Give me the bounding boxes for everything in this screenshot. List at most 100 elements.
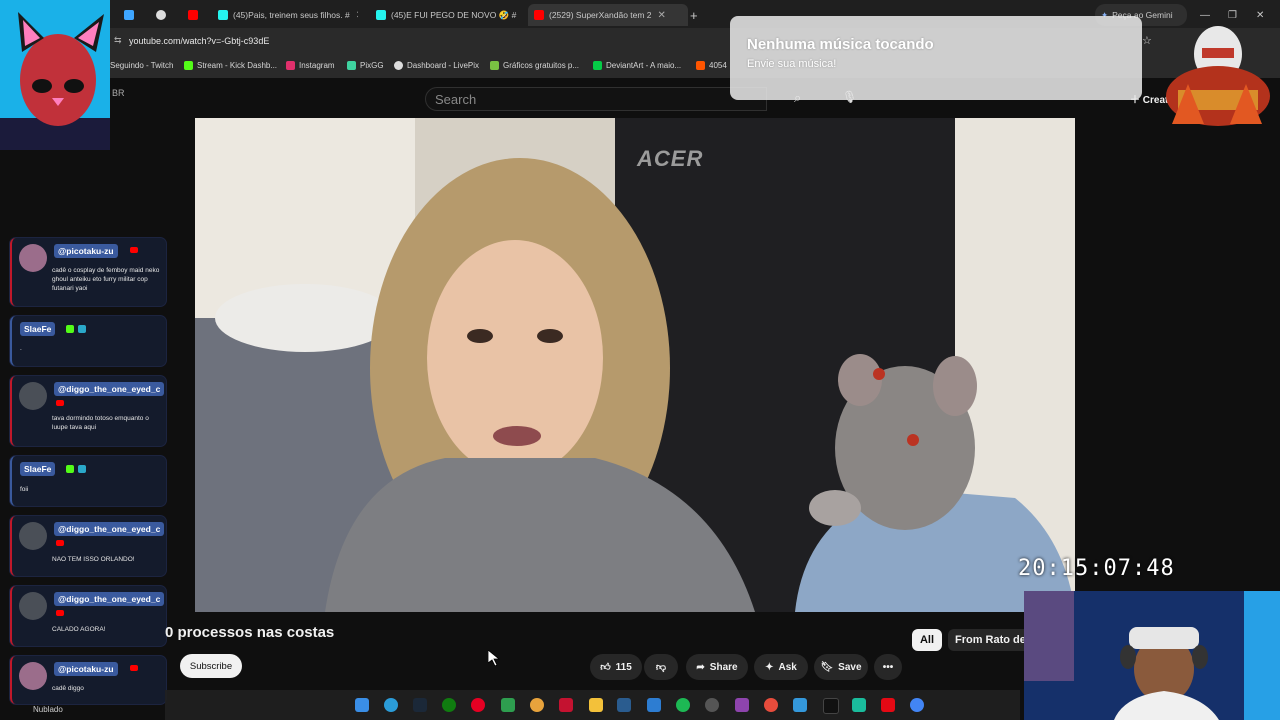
bookmark-kick[interactable]: Stream - Kick Dashb... (184, 61, 277, 70)
avatar (19, 662, 47, 690)
chat-message: @picotaku-zu cadê o cosplay de femboy ma… (10, 238, 166, 306)
freepik-icon (490, 61, 499, 70)
bookmark-label: Gráficos gratuitos p... (503, 61, 580, 70)
settings-icon[interactable] (705, 698, 719, 712)
like-count: 115 (615, 661, 632, 673)
youtube-badge-icon (130, 665, 138, 671)
bookmark-livepix[interactable]: Dashboard - LivePix (394, 61, 479, 70)
kick-badge-icon (66, 325, 74, 333)
chat-text: cadê diggo (52, 685, 84, 692)
tab-5[interactable]: (45)E FUI PEGO DE NOVO 🤣 #✕ (376, 4, 522, 26)
xbox-icon[interactable] (442, 698, 456, 712)
chip-from-channel[interactable]: From Rato de (948, 629, 1031, 651)
chat-message: @diggo_the_one_eyed_c NAO TEM ISSO ORLAN… (10, 516, 166, 576)
video-title: 0 processos nas costas (165, 624, 335, 641)
tab-3[interactable] (188, 4, 203, 26)
tab-active[interactable]: (2529) SuperXandão tem 2 ✕ (528, 4, 688, 26)
tab-2[interactable] (156, 4, 171, 26)
app-icon[interactable] (852, 698, 866, 712)
chat-message: @diggo_the_one_eyed_c CALADO AGORA! (10, 586, 166, 646)
share-button[interactable]: ➦ Share (686, 654, 748, 680)
tab-favicon-icon (124, 10, 134, 20)
windows-taskbar (165, 690, 1020, 720)
share-label: Share (709, 661, 738, 673)
like-button[interactable]: 👍︎ 115 (590, 654, 642, 680)
weather-status: Nublado (33, 705, 63, 714)
save-label: Save (838, 661, 862, 673)
netflix-icon[interactable] (881, 698, 895, 712)
tiktok-icon[interactable] (823, 698, 839, 714)
tab-4[interactable]: (45)Pais, treinem seus filhos. # ✕ (218, 4, 358, 26)
app-icon[interactable] (764, 698, 778, 712)
chrome-icon[interactable] (910, 698, 924, 712)
ask-button[interactable]: ✦ Ask (754, 654, 808, 680)
tab-title: (45)Pais, treinem seus filhos. # (233, 10, 350, 20)
bookmark-label: PixGG (360, 61, 384, 70)
bookmark-4054[interactable]: 4054 (696, 61, 727, 70)
windows-start-icon[interactable] (355, 698, 369, 712)
chat-badge-icon (78, 465, 86, 473)
save-button[interactable]: 🔖︎ Save (814, 654, 868, 680)
avatar (19, 244, 47, 272)
deviantart-icon (593, 61, 602, 70)
chat-username: @picotaku-zu (54, 662, 118, 676)
bookmark-graficos[interactable]: Gráficos gratuitos p... (490, 61, 579, 70)
chat-text: tava dormindo totoso emquanto o luupe ta… (52, 415, 149, 431)
bookmark-pixgg[interactable]: PixGG (347, 61, 384, 70)
url-input[interactable]: youtube.com/watch?v=-Gbtj-c93dE (129, 36, 269, 46)
youtube-badge-icon (130, 247, 138, 253)
chrome-icon[interactable] (530, 698, 544, 712)
close-icon[interactable]: ✕ (658, 10, 666, 21)
app-icon[interactable] (501, 698, 515, 712)
app-icon[interactable] (793, 698, 807, 712)
edge-icon[interactable] (384, 698, 398, 712)
bookmark-twitch[interactable]: Seguindo - Twitch (110, 61, 173, 70)
bookmark-star-icon[interactable]: ☆ (1142, 34, 1152, 47)
close-icon[interactable]: ✕ (356, 10, 358, 21)
bookmark-instagram[interactable]: Instagram (286, 61, 335, 70)
more-actions-button[interactable]: ••• (874, 654, 902, 680)
share-icon: ➦ (696, 661, 705, 673)
tab-1[interactable] (124, 4, 139, 26)
music-status-title: Nenhuma música tocando (747, 36, 934, 53)
youtube-favicon-icon (534, 10, 544, 20)
steam-icon[interactable] (413, 698, 427, 712)
thumbs-up-icon: 👍︎ (600, 662, 611, 673)
bookmark-deviantart[interactable]: DeviantArt - A maio... (593, 61, 681, 70)
spotify-icon[interactable] (676, 698, 690, 712)
bookmark-label: 4054 (709, 61, 727, 70)
youtube-badge-icon (56, 400, 64, 406)
subscribe-button[interactable]: Subscribe (180, 654, 242, 678)
tab-favicon-icon (156, 10, 166, 20)
bookmark-label: Stream - Kick Dashb... (197, 61, 278, 70)
tiktok-favicon-icon (218, 10, 228, 20)
music-request-popup: Nenhuma música tocando Envie sua música! (730, 16, 1142, 100)
chat-message: SlaeFe foii (10, 456, 166, 506)
chip-all[interactable]: All (912, 629, 942, 651)
chat-text: cadê o cosplay de femboy maid neko ghoul… (52, 267, 160, 292)
bookmark-label: Seguindo - Twitch (110, 61, 174, 70)
pinterest-icon[interactable] (471, 698, 485, 712)
video-player[interactable]: ACER (195, 118, 1075, 612)
calculator-icon[interactable] (647, 698, 661, 712)
dislike-button[interactable]: 👎︎ (644, 654, 678, 680)
search-input[interactable]: Search (425, 87, 767, 111)
youtube-badge-icon (56, 610, 64, 616)
app-icon[interactable] (617, 698, 631, 712)
chat-username: @diggo_the_one_eyed_c (54, 522, 165, 536)
pixgg-icon (347, 61, 356, 70)
adobe-icon[interactable] (559, 698, 573, 712)
app-icon[interactable] (735, 698, 749, 712)
avatar (19, 382, 47, 410)
site-info-icon[interactable]: ⇆ (114, 35, 122, 46)
bookmark-icon: 🔖︎ (820, 661, 834, 673)
tab-title: (45)E FUI PEGO DE NOVO 🤣 # (391, 9, 517, 20)
search-placeholder: Search (435, 92, 477, 107)
streamer-camera (1024, 591, 1280, 720)
livepix-icon (394, 61, 403, 70)
folder-icon[interactable] (589, 698, 603, 712)
chat-message: @picotaku-zu cadê diggo (10, 656, 166, 704)
bookmark-icon (696, 61, 705, 70)
chat-message: SlaeFe . (10, 316, 166, 366)
new-tab-button[interactable]: + (690, 4, 698, 26)
